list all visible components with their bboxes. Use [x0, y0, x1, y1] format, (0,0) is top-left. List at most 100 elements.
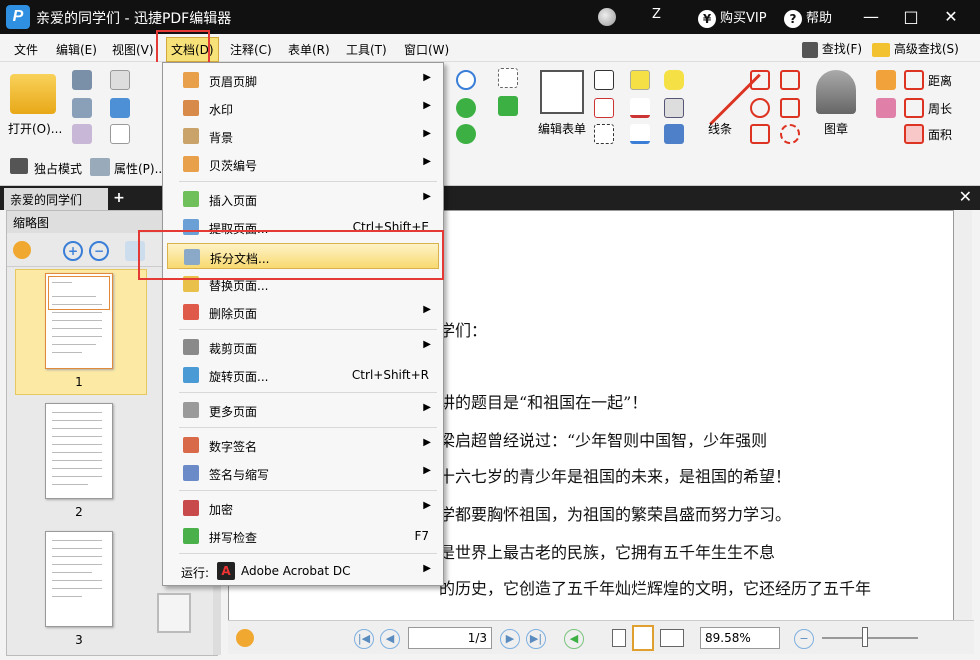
text-box-icon[interactable]	[594, 70, 614, 90]
user-avatar[interactable]: Z	[652, 7, 661, 22]
edit-form-icon[interactable]	[540, 70, 584, 114]
open-folder-icon[interactable]	[10, 74, 56, 114]
text-callout-icon[interactable]	[594, 124, 614, 144]
page-number-input[interactable]: 1/3	[408, 627, 492, 649]
stamp-icon[interactable]	[816, 70, 856, 114]
document-scrollbar[interactable]	[954, 210, 972, 622]
zoom-out-button[interactable]: −	[794, 629, 814, 649]
next-page-button[interactable]: ▶	[500, 629, 520, 649]
open-label[interactable]: 打开(O)...	[8, 120, 62, 137]
thumbnail-page-2[interactable]	[45, 403, 113, 499]
back-button[interactable]: ◀	[564, 629, 584, 649]
pentagon-tool-icon[interactable]	[780, 98, 800, 118]
rectangle-tool-icon[interactable]	[750, 124, 770, 144]
menu-item-bates[interactable]: 贝茨编号 ▶	[163, 151, 443, 177]
polygon-tool-icon[interactable]	[780, 70, 800, 90]
lines-label[interactable]: 线条	[708, 120, 732, 137]
advanced-find-button[interactable]: 高级查找(S)	[872, 40, 959, 57]
menu-item-watermark[interactable]: 水印 ▶	[163, 95, 443, 121]
distance-button[interactable]: 距离	[928, 72, 952, 89]
underline-icon[interactable]	[630, 124, 650, 144]
highlight-text-icon[interactable]	[630, 70, 650, 90]
doc-tab[interactable]: 亲爱的同学们	[4, 188, 108, 210]
gear-icon[interactable]	[13, 241, 31, 259]
thumbnail-page-1[interactable]	[45, 273, 113, 369]
add-text-icon[interactable]	[498, 96, 518, 116]
thumbnail-page-3[interactable]	[45, 531, 113, 627]
menu-item-run-app[interactable]: 运行: A Adobe Acrobat DC ▶	[163, 558, 443, 584]
zoom-out-thumb-icon[interactable]: −	[89, 241, 109, 261]
zoom-slider[interactable]	[822, 637, 918, 639]
menu-edit[interactable]: 编辑(E)	[56, 41, 97, 58]
properties-button[interactable]: 属性(P)...	[114, 160, 166, 177]
close-window-button[interactable]: ✕	[938, 4, 964, 30]
first-page-button[interactable]: |◀	[354, 629, 374, 649]
print-icon[interactable]	[72, 98, 92, 118]
zoom-in-icon[interactable]	[456, 70, 476, 90]
menu-item-sign-initials[interactable]: 签名与缩写 ▶	[163, 460, 443, 486]
menu-window[interactable]: 窗口(W)	[404, 41, 449, 58]
menu-item-digital-signature[interactable]: 数字签名 ▶	[163, 432, 443, 458]
close-tab-button[interactable]: ✕	[959, 187, 972, 206]
exclusive-mode-button[interactable]: 独占模式	[34, 160, 82, 177]
continuous-page-icon[interactable]	[632, 625, 654, 651]
rotate-left-icon[interactable]	[456, 98, 476, 118]
menu-item-crop-page[interactable]: 裁剪页面 ▶	[163, 334, 443, 360]
strikeout-icon[interactable]	[630, 98, 650, 118]
minimize-button[interactable]: —	[858, 4, 884, 30]
menu-item-header-footer[interactable]: 页眉页脚 ▶	[163, 67, 443, 93]
menu-item-more-pages[interactable]: 更多页面 ▶	[163, 397, 443, 423]
help-button[interactable]: ? 帮助	[784, 7, 832, 28]
prev-page-button[interactable]: ◀	[380, 629, 400, 649]
thumb-page-number: 2	[75, 505, 83, 519]
stamp-label[interactable]: 图章	[824, 120, 848, 137]
edit-form-label[interactable]: 编辑表单	[538, 120, 586, 137]
menu-item-spell-check[interactable]: 拼写检查 F7	[163, 523, 443, 549]
scan-icon[interactable]	[110, 98, 130, 118]
facing-page-icon[interactable]	[660, 629, 684, 647]
area-button[interactable]: 面积	[928, 126, 952, 143]
attachment-icon[interactable]	[664, 98, 684, 118]
menu-item-encrypt[interactable]: 加密 ▶	[163, 495, 443, 521]
single-page-icon[interactable]	[612, 629, 626, 647]
eraser-icon[interactable]	[876, 98, 896, 118]
settings-gear-icon[interactable]	[236, 629, 254, 647]
import-icon[interactable]	[72, 124, 92, 144]
menu-item-rotate-page[interactable]: 旋转页面... Ctrl+Shift+R	[163, 362, 443, 388]
perimeter-icon[interactable]	[904, 98, 924, 118]
note-icon[interactable]	[664, 70, 684, 90]
menu-item-delete-page[interactable]: 删除页面 ▶	[163, 299, 443, 325]
sound-icon[interactable]	[664, 124, 684, 144]
last-page-button[interactable]: ▶|	[526, 629, 546, 649]
ellipse-tool-icon[interactable]	[750, 98, 770, 118]
select-icon[interactable]	[498, 68, 518, 88]
maximize-button[interactable]: □	[898, 4, 924, 30]
menu-item-background[interactable]: 背景 ▶	[163, 123, 443, 149]
menu-tools[interactable]: 工具(T)	[346, 41, 387, 58]
find-button[interactable]: 查找(F)	[802, 40, 862, 58]
skin-icon[interactable]	[598, 8, 616, 26]
menu-comment[interactable]: 注释(C)	[230, 41, 272, 58]
email-icon[interactable]	[110, 70, 130, 90]
zoom-slider-handle[interactable]	[862, 627, 868, 647]
zoom-in-thumb-icon[interactable]: +	[63, 241, 83, 261]
arrow-tool-icon[interactable]	[750, 70, 770, 90]
text-field-icon[interactable]	[594, 98, 614, 118]
pencil-icon[interactable]	[876, 70, 896, 90]
menu-form[interactable]: 表单(R)	[288, 41, 330, 58]
menu-view[interactable]: 视图(V)	[112, 41, 154, 58]
spell-check-icon	[183, 528, 199, 544]
area-icon[interactable]	[904, 124, 924, 144]
run-app-label: Adobe Acrobat DC	[241, 564, 351, 578]
menu-item-insert-page[interactable]: 插入页面 ▶	[163, 186, 443, 212]
new-doc-icon[interactable]	[110, 124, 130, 144]
save-icon[interactable]	[72, 70, 92, 90]
distance-icon[interactable]	[904, 70, 924, 90]
menu-file[interactable]: 文件	[14, 41, 38, 58]
add-tab-button[interactable]: +	[110, 188, 128, 208]
cloud-tool-icon[interactable]	[780, 124, 800, 144]
rotate-right-icon[interactable]	[456, 124, 476, 144]
zoom-level-select[interactable]: 89.58%	[700, 627, 780, 649]
buy-vip-button[interactable]: ¥ 购买VIP	[698, 7, 767, 28]
perimeter-button[interactable]: 周长	[928, 100, 952, 117]
